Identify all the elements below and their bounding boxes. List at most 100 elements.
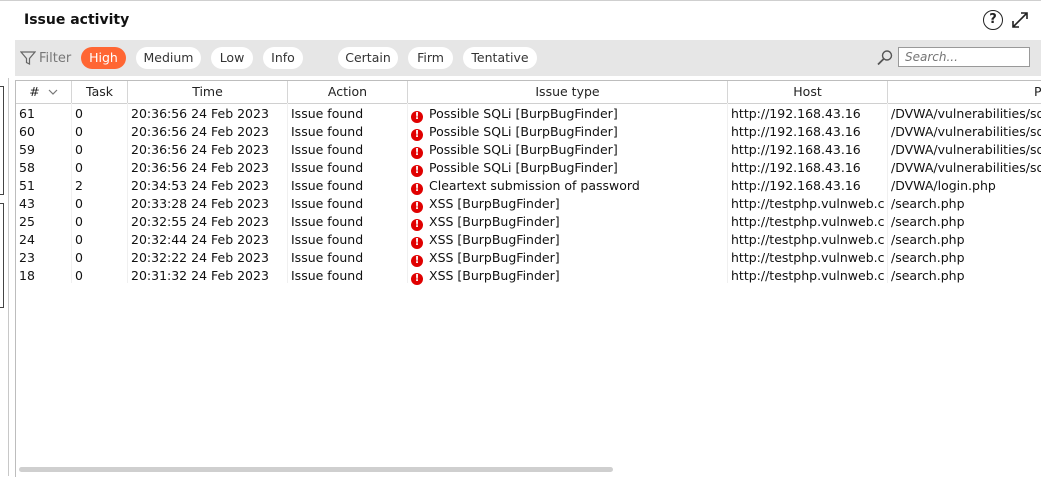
cell-issue: ! XSS [BurpBugFinder]: [411, 213, 725, 231]
cell-time: 20:33:28 24 Feb 2023: [131, 196, 269, 211]
column-header-issue-type[interactable]: Issue type: [408, 81, 728, 103]
high-severity-icon: !: [411, 111, 423, 123]
cell-host: http://192.168.43.16: [731, 142, 861, 157]
issue-type-text: Possible SQLi [BurpBugFinder]: [429, 124, 618, 139]
cell-time: 20:34:53 24 Feb 2023: [131, 178, 269, 193]
cell-host: http://192.168.43.16: [731, 178, 861, 193]
issue-table: # Task Time Action Issue type Host P 61 0…: [15, 80, 1041, 477]
cell-path: /DVWA/vulnerabilities/sql: [891, 160, 1041, 175]
cell-path: /DVWA/login.php: [891, 178, 996, 193]
cell-time: 20:36:56 24 Feb 2023: [131, 106, 269, 121]
cell-time: 20:36:56 24 Feb 2023: [131, 160, 269, 175]
cell-issue: ! Possible SQLi [BurpBugFinder]: [411, 123, 725, 141]
cell-action: Issue found: [291, 232, 364, 247]
issue-type-text: Possible SQLi [BurpBugFinder]: [429, 160, 618, 175]
column-header-num[interactable]: #: [16, 81, 72, 103]
table-row[interactable]: 24 0 20:32:44 24 Feb 2023 Issue found! XSS […: [16, 231, 1041, 249]
table-row[interactable]: 61 0 20:36:56 24 Feb 2023 Issue found! Possi…: [16, 105, 1041, 123]
horizontal-scrollbar[interactable]: [19, 467, 613, 472]
panel-title: Issue activity: [24, 12, 130, 28]
table-row[interactable]: 60 0 20:36:56 24 Feb 2023 Issue found! Possi…: [16, 123, 1041, 141]
cell-path: /search.php: [891, 214, 965, 229]
issue-type-text: XSS [BurpBugFinder]: [429, 250, 560, 265]
cell-time: 20:32:55 24 Feb 2023: [131, 214, 269, 229]
confidence-tentative-chip[interactable]: Tentative: [463, 47, 537, 69]
left-panel-control[interactable]: [0, 203, 4, 308]
table-row[interactable]: 18 0 20:31:32 24 Feb 2023 Issue found! XSS […: [16, 267, 1041, 285]
cell-action: Issue found: [291, 268, 364, 283]
cell-task: 2: [75, 178, 83, 193]
cell-num: 61: [19, 106, 35, 121]
table-row[interactable]: 25 0 20:32:55 24 Feb 2023 Issue found! XSS […: [16, 213, 1041, 231]
issue-type-text: Cleartext submission of password: [429, 178, 640, 193]
table-row[interactable]: 59 0 20:36:56 24 Feb 2023 Issue found! Possi…: [16, 141, 1041, 159]
confidence-certain-chip[interactable]: Certain: [338, 47, 398, 69]
table-row[interactable]: 51 2 20:34:53 24 Feb 2023 Issue found! Clear…: [16, 177, 1041, 195]
high-severity-icon: !: [411, 129, 423, 141]
confidence-firm-chip[interactable]: Firm: [408, 47, 453, 69]
search-input[interactable]: [898, 47, 1030, 67]
column-header-path[interactable]: P: [888, 81, 1041, 103]
expand-icon[interactable]: [1010, 10, 1030, 30]
column-header-host[interactable]: Host: [728, 81, 888, 103]
high-severity-icon: !: [411, 165, 423, 177]
cell-issue: ! XSS [BurpBugFinder]: [411, 231, 725, 249]
cell-action: Issue found: [291, 124, 364, 139]
cell-num: 23: [19, 250, 35, 265]
high-severity-icon: !: [411, 219, 423, 231]
severity-low-chip[interactable]: Low: [211, 47, 253, 69]
sort-chevron-icon[interactable]: [48, 88, 58, 96]
cell-host: http://testphp.vulnweb.c...: [731, 250, 885, 265]
cell-task: 0: [75, 250, 83, 265]
cell-action: Issue found: [291, 214, 364, 229]
column-header-time[interactable]: Time: [128, 81, 288, 103]
table-header: # Task Time Action Issue type Host P: [16, 81, 1041, 104]
cell-task: 0: [75, 160, 83, 175]
cell-action: Issue found: [291, 106, 364, 121]
cell-num: 58: [19, 160, 35, 175]
high-severity-icon: !: [411, 201, 423, 213]
severity-high-chip[interactable]: High: [81, 47, 126, 69]
cell-host: http://testphp.vulnweb.c...: [731, 268, 885, 283]
table-row[interactable]: 43 0 20:33:28 24 Feb 2023 Issue found! XSS […: [16, 195, 1041, 213]
cell-issue: ! Possible SQLi [BurpBugFinder]: [411, 141, 725, 159]
cell-path: /DVWA/vulnerabilities/sql: [891, 124, 1041, 139]
cell-action: Issue found: [291, 160, 364, 175]
cell-num: 24: [19, 232, 35, 247]
cell-time: 20:36:56 24 Feb 2023: [131, 124, 269, 139]
issue-type-text: XSS [BurpBugFinder]: [429, 268, 560, 283]
cell-issue: ! XSS [BurpBugFinder]: [411, 195, 725, 213]
filter-bar: Filter High Medium Low Info Certain Firm…: [15, 40, 1041, 76]
cell-host: http://testphp.vulnweb.c...: [731, 214, 885, 229]
cell-num: 60: [19, 124, 35, 139]
high-severity-icon: !: [411, 183, 423, 195]
column-header-action[interactable]: Action: [288, 81, 408, 103]
table-row[interactable]: 23 0 20:32:22 24 Feb 2023 Issue found! XSS […: [16, 249, 1041, 267]
issue-type-text: XSS [BurpBugFinder]: [429, 196, 560, 211]
cell-host: http://192.168.43.16: [731, 160, 861, 175]
cell-task: 0: [75, 214, 83, 229]
panel-header: Issue activity ?: [0, 1, 1041, 40]
left-panel-control[interactable]: [0, 86, 4, 195]
cell-issue: ! XSS [BurpBugFinder]: [411, 267, 725, 285]
funnel-icon[interactable]: [20, 50, 36, 66]
help-icon[interactable]: ?: [983, 10, 1003, 30]
cell-time: 20:31:32 24 Feb 2023: [131, 268, 269, 283]
severity-medium-chip[interactable]: Medium: [136, 47, 201, 69]
severity-info-chip[interactable]: Info: [263, 47, 303, 69]
cell-host: http://192.168.43.16: [731, 106, 861, 121]
cell-host: http://192.168.43.16: [731, 124, 861, 139]
table-row[interactable]: 58 0 20:36:56 24 Feb 2023 Issue found! Possi…: [16, 159, 1041, 177]
cell-num: 18: [19, 268, 35, 283]
cell-path: /DVWA/vulnerabilities/sql: [891, 142, 1041, 157]
cell-num: 51: [19, 178, 35, 193]
cell-num: 43: [19, 196, 35, 211]
filter-label[interactable]: Filter: [39, 51, 71, 66]
issue-type-text: Possible SQLi [BurpBugFinder]: [429, 106, 618, 121]
cell-num: 25: [19, 214, 35, 229]
high-severity-icon: !: [411, 237, 423, 249]
column-header-task[interactable]: Task: [72, 81, 128, 103]
cell-num: 59: [19, 142, 35, 157]
cell-path: /search.php: [891, 268, 965, 283]
issue-type-text: XSS [BurpBugFinder]: [429, 214, 560, 229]
